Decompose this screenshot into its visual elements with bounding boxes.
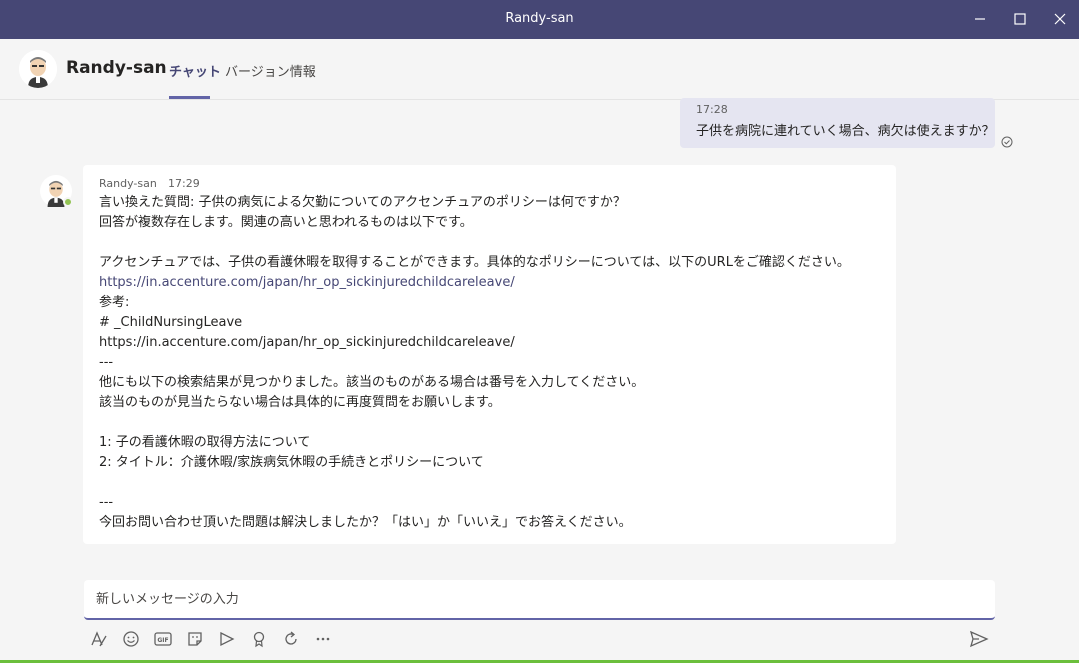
gif-icon[interactable]: GIF <box>152 628 174 650</box>
compose-box[interactable] <box>84 580 995 620</box>
reply-line: --- <box>99 353 850 373</box>
send-icon[interactable] <box>968 628 990 650</box>
more-options-icon[interactable] <box>312 628 334 650</box>
reply-line <box>99 413 850 433</box>
maximize-button[interactable] <box>1006 6 1034 32</box>
sticker-icon[interactable] <box>184 628 206 650</box>
praise-icon[interactable] <box>248 628 270 650</box>
reply-message[interactable]: Randy-san 17:29 言い換えた質問: 子供の病気による欠勤についての… <box>83 165 896 544</box>
tab-version-info[interactable]: バージョン情報 <box>225 61 316 80</box>
reply-line: # _ChildNursingLeave <box>99 313 850 333</box>
reply-line: 他にも以下の検索結果が見つかりました。該当のものがある場合は番号を入力してくださ… <box>99 373 850 393</box>
reply-line: 言い換えた質問: 子供の病気による欠勤についてのアクセンチュアのポリシーは何です… <box>99 193 850 213</box>
window-title: Randy-san <box>0 11 1079 26</box>
reply-line: アクセンチュアでは、子供の看護休暇を取得することができます。具体的なポリシーにつ… <box>99 253 850 273</box>
minimize-button[interactable] <box>966 6 994 32</box>
avatar[interactable] <box>19 50 57 88</box>
read-receipt-icon <box>1001 136 1013 148</box>
close-button[interactable] <box>1046 6 1074 32</box>
minimize-icon <box>974 13 986 25</box>
reply-line: 今回お問い合わせ頂いた問題は解決しましたか？「はい」か「いいえ」でお答えください… <box>99 513 850 533</box>
reply-line <box>99 473 850 493</box>
maximize-icon <box>1014 13 1026 25</box>
reply-line: 回答が複数存在します。関連の高いと思われるものは以下です。 <box>99 213 850 233</box>
format-icon[interactable] <box>88 628 110 650</box>
sent-message-time: 17:28 <box>696 103 728 116</box>
reply-line: 該当のものが見当たらない場合は具体的に再度質問をお願いします。 <box>99 393 850 413</box>
chat-partner-name: Randy-san <box>66 58 167 78</box>
reply-line: 1: 子の看護休暇の取得方法について <box>99 433 850 453</box>
reply-line: 2: タイトル：介護休暇/家族病気休暇の手続きとポリシーについて <box>99 453 850 473</box>
reply-line: --- <box>99 493 850 513</box>
presence-available-icon <box>63 197 73 207</box>
loop-icon[interactable] <box>280 628 302 650</box>
reply-line: 参考: <box>99 293 850 313</box>
reply-body: 言い換えた質問: 子供の病気による欠勤についてのアクセンチュアのポリシーは何です… <box>99 193 850 533</box>
sent-message[interactable]: 17:28 子供を病院に連れていく場合、病欠は使えますか？ <box>680 98 995 148</box>
chat-header: Randy-san チャット バージョン情報 <box>0 39 1079 100</box>
avatar-icon <box>19 50 57 88</box>
new-message-input[interactable] <box>84 580 995 618</box>
tab-chat[interactable]: チャット <box>169 61 221 80</box>
teams-chat-window: Randy-san Randy-san チャット バージョン情報 <box>0 0 1079 663</box>
reply-line <box>99 233 850 253</box>
close-icon <box>1054 13 1066 25</box>
reply-sender: Randy-san <box>99 177 157 190</box>
meet-now-icon[interactable] <box>216 628 238 650</box>
svg-text:GIF: GIF <box>157 637 168 644</box>
policy-link[interactable]: https://in.accenture.com/japan/hr_op_sic… <box>99 273 850 293</box>
title-bar: Randy-san <box>0 0 1079 39</box>
emoji-icon[interactable] <box>120 628 142 650</box>
reply-time: 17:29 <box>168 177 200 190</box>
sent-message-text: 子供を病院に連れていく場合、病欠は使えますか？ <box>696 120 995 139</box>
reply-line: https://in.accenture.com/japan/hr_op_sic… <box>99 333 850 353</box>
active-tab-indicator <box>169 96 210 99</box>
